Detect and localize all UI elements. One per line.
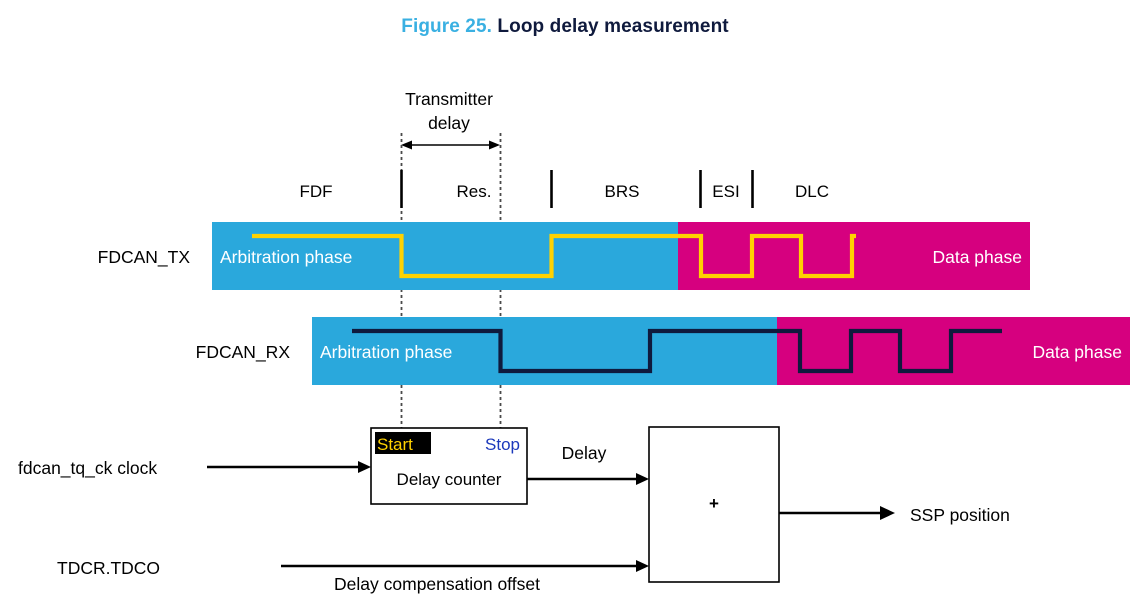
rx-arbitration-phase-text: Arbitration phase (320, 342, 452, 362)
clock-input-label: fdcan_tq_ck clock (18, 458, 157, 479)
tx-arbitration-phase-text: Arbitration phase (220, 247, 352, 267)
transmitter-delay-label-line1: Transmitter (405, 89, 493, 109)
bit-field-separators (400, 170, 754, 208)
tdco-input-wire (281, 560, 649, 572)
delay-counter-start-label: Start (377, 435, 413, 454)
fdcan-rx-waveform-row: Arbitration phase Data phase (312, 317, 1130, 385)
fdcan-tx-waveform-row: Arbitration phase Data phase (212, 222, 1030, 290)
adder-block[interactable]: + (648, 426, 780, 583)
bit-field-label-brs: BRS (605, 182, 640, 201)
offset-wire-label: Delay compensation offset (334, 574, 540, 594)
loop-delay-diagram: Transmitter delay FDF Res. BRS ESI DLC F… (18, 89, 1130, 594)
delay-counter-block[interactable]: Start Stop Delay counter (370, 427, 528, 505)
rx-data-phase-text: Data phase (1032, 342, 1122, 362)
delay-wire-label: Delay (562, 443, 607, 463)
bit-field-label-esi: ESI (712, 182, 739, 201)
delay-counter-stop-label: Stop (485, 435, 520, 454)
tx-data-phase-text: Data phase (932, 247, 1022, 267)
bit-field-label-fdf: FDF (299, 182, 332, 201)
signal-label-fdcan-rx: FDCAN_RX (196, 342, 291, 363)
delay-counter-title: Delay counter (397, 470, 502, 489)
transmitter-delay-label-line2: delay (428, 113, 470, 133)
ssp-output-wire (779, 506, 895, 520)
delay-wire (527, 473, 649, 485)
clock-input-wire (207, 461, 371, 473)
bit-field-label-res: Res. (457, 182, 492, 201)
ssp-position-output-label: SSP position (910, 505, 1010, 525)
adder-plus-symbol: + (709, 494, 719, 513)
tdco-input-label: TDCR.TDCO (57, 558, 160, 578)
figure-container: Figure 25. Loop delay measurement Transm… (0, 0, 1130, 608)
bit-field-label-dlc: DLC (795, 182, 829, 201)
transmitter-delay-arrow (401, 140, 500, 150)
signal-label-fdcan-tx: FDCAN_TX (98, 247, 191, 268)
